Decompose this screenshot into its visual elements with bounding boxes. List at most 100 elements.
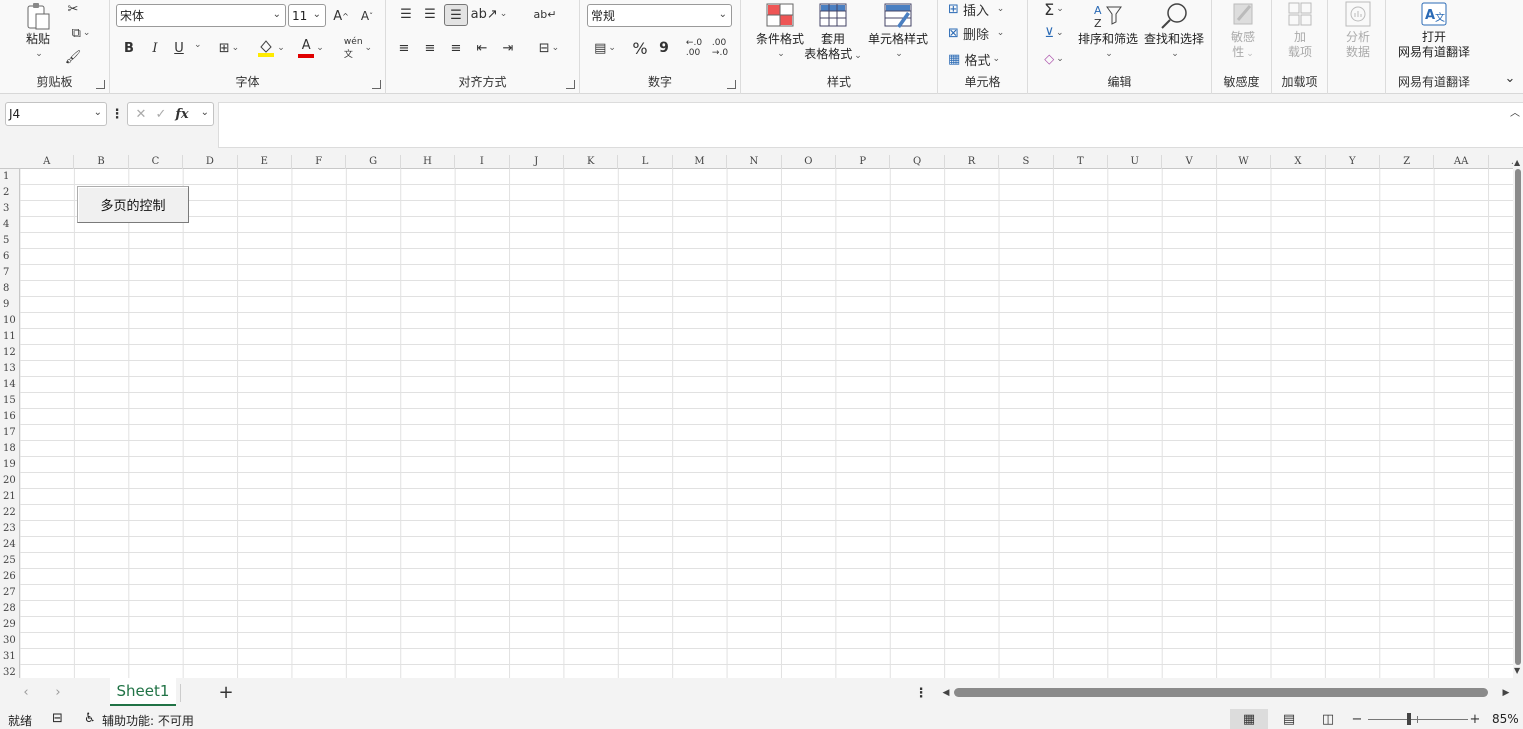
column-header[interactable]: Y bbox=[1326, 155, 1380, 169]
align-top-icon[interactable]: ☰ bbox=[396, 4, 416, 24]
column-header[interactable]: A bbox=[20, 155, 75, 169]
column-header[interactable]: M bbox=[673, 155, 728, 169]
accessibility-icon[interactable]: ♿ bbox=[84, 711, 96, 726]
row-header[interactable]: 1 bbox=[0, 169, 19, 185]
row-header[interactable]: 18 bbox=[0, 441, 19, 457]
comma-button[interactable]: 9 bbox=[656, 38, 672, 58]
row-header[interactable]: 19 bbox=[0, 457, 19, 473]
row-header[interactable]: 24 bbox=[0, 537, 19, 553]
borders-button[interactable]: ⊞ ⌄ bbox=[214, 38, 244, 58]
number-format-select[interactable]: 常规 ⌄ bbox=[587, 4, 732, 27]
row-header[interactable]: 8 bbox=[0, 281, 19, 297]
orientation-button[interactable]: ab↗ ⌄ bbox=[471, 4, 508, 24]
row-header[interactable]: 30 bbox=[0, 633, 19, 649]
fill-button[interactable]: ⊻ ⌄ bbox=[1036, 24, 1072, 42]
sort-filter-button[interactable]: AZ 排序和筛选 ⌄ bbox=[1076, 2, 1140, 62]
column-header[interactable]: L bbox=[618, 155, 673, 169]
bold-button[interactable]: B bbox=[120, 38, 138, 58]
name-box[interactable]: J4 ⌄ bbox=[5, 102, 107, 126]
row-header[interactable]: 4 bbox=[0, 217, 19, 233]
zoom-slider-thumb[interactable] bbox=[1407, 713, 1411, 725]
row-header[interactable]: 27 bbox=[0, 585, 19, 601]
format-button[interactable]: ▦ 格式 ⌄ bbox=[948, 50, 1024, 69]
decrease-font-icon[interactable]: Aˇ bbox=[356, 6, 378, 26]
zoom-out-button[interactable]: − bbox=[1352, 710, 1363, 728]
row-header[interactable]: 28 bbox=[0, 601, 19, 617]
font-color-button[interactable]: A ⌄ bbox=[296, 36, 326, 60]
row-header[interactable]: 2 bbox=[0, 185, 19, 201]
row-header[interactable]: 10 bbox=[0, 313, 19, 329]
row-header[interactable]: 12 bbox=[0, 345, 19, 361]
column-header[interactable]: R bbox=[945, 155, 1000, 169]
cut-icon[interactable]: ✂ bbox=[64, 0, 82, 18]
increase-decimal-icon[interactable]: ←.0.00 bbox=[682, 38, 706, 58]
italic-button[interactable]: I bbox=[146, 38, 164, 58]
column-header[interactable]: A bbox=[1489, 155, 1513, 169]
align-left-icon[interactable]: ≡ bbox=[394, 38, 414, 58]
increase-indent-icon[interactable]: ⇥ bbox=[498, 38, 518, 58]
formula-input[interactable] bbox=[218, 102, 1523, 148]
row-header[interactable]: 22 bbox=[0, 505, 19, 521]
row-header[interactable]: 16 bbox=[0, 409, 19, 425]
horizontal-scroll-thumb[interactable] bbox=[954, 688, 1488, 697]
insert-function-button[interactable]: fx bbox=[171, 107, 193, 122]
column-header[interactable]: AA bbox=[1434, 155, 1489, 169]
normal-view-button[interactable]: ▦ bbox=[1230, 709, 1268, 729]
format-as-table-button[interactable]: 套用 表格格式 ⌄ bbox=[801, 2, 865, 64]
tab-next-icon[interactable]: › bbox=[50, 684, 66, 700]
align-right-icon[interactable]: ≡ bbox=[446, 38, 466, 58]
more-options-icon[interactable]: ⋮ bbox=[111, 104, 124, 124]
column-header[interactable]: Q bbox=[890, 155, 945, 169]
column-header[interactable]: X bbox=[1271, 155, 1326, 169]
row-header[interactable]: 25 bbox=[0, 553, 19, 569]
row-header[interactable]: 15 bbox=[0, 393, 19, 409]
clear-button[interactable]: ◇ ⌄ bbox=[1036, 50, 1072, 68]
wrap-text-icon[interactable]: ab↵ bbox=[534, 4, 557, 24]
add-sheet-button[interactable]: + bbox=[216, 682, 236, 703]
font-launcher-icon[interactable] bbox=[372, 80, 381, 89]
row-header[interactable]: 14 bbox=[0, 377, 19, 393]
row-header[interactable]: 20 bbox=[0, 473, 19, 489]
find-select-button[interactable]: 查找和选择 ⌄ bbox=[1142, 2, 1206, 62]
column-header[interactable]: J bbox=[510, 155, 564, 169]
accounting-button[interactable]: ▤ ⌄ bbox=[588, 38, 622, 58]
column-header[interactable]: T bbox=[1054, 155, 1108, 169]
align-bottom-icon[interactable]: ☰ bbox=[444, 4, 468, 26]
youdao-translate-button[interactable]: A文 打开 网易有道翻译 bbox=[1390, 0, 1478, 60]
scroll-right-icon[interactable]: ▶ bbox=[1500, 684, 1512, 702]
decrease-indent-icon[interactable]: ⇤ bbox=[472, 38, 492, 58]
tab-prev-icon[interactable]: ‹ bbox=[18, 684, 34, 700]
increase-font-icon[interactable]: A ^ bbox=[330, 6, 352, 26]
number-launcher-icon[interactable] bbox=[727, 80, 736, 89]
row-header[interactable]: 21 bbox=[0, 489, 19, 505]
row-header[interactable]: 3 bbox=[0, 201, 19, 217]
decrease-decimal-icon[interactable]: .00 →.0 bbox=[708, 38, 732, 58]
cell-styles-button[interactable]: 单元格样式 ⌄ bbox=[865, 2, 931, 62]
font-name-select[interactable]: 宋体 ⌄ bbox=[116, 4, 286, 27]
row-header[interactable]: 26 bbox=[0, 569, 19, 585]
row-header[interactable]: 7 bbox=[0, 265, 19, 281]
column-header[interactable]: U bbox=[1108, 155, 1163, 169]
format-painter-icon[interactable]: 🖌 bbox=[64, 48, 82, 66]
vertical-scroll-thumb[interactable] bbox=[1515, 169, 1521, 665]
percent-button[interactable]: % bbox=[630, 38, 650, 58]
scroll-left-icon[interactable]: ◀ bbox=[940, 684, 952, 702]
column-header[interactable]: E bbox=[238, 155, 292, 169]
column-header[interactable]: O bbox=[782, 155, 836, 169]
column-header[interactable]: D bbox=[183, 155, 238, 169]
column-header[interactable]: W bbox=[1217, 155, 1272, 169]
multipage-control-button[interactable]: 多页的控制 bbox=[77, 186, 189, 223]
zoom-slider[interactable] bbox=[1368, 719, 1468, 720]
column-header[interactable]: N bbox=[727, 155, 782, 169]
paste-button[interactable]: 粘贴 ⌄ bbox=[20, 2, 56, 62]
column-header[interactable]: G bbox=[346, 155, 401, 169]
column-header[interactable]: C bbox=[129, 155, 184, 169]
clipboard-launcher-icon[interactable] bbox=[96, 80, 105, 89]
tab-options-icon[interactable]: ⋮ bbox=[915, 684, 928, 702]
row-header[interactable]: 31 bbox=[0, 649, 19, 665]
column-header[interactable]: H bbox=[401, 155, 456, 169]
align-center-icon[interactable]: ≡ bbox=[420, 38, 440, 58]
row-header[interactable]: 11 bbox=[0, 329, 19, 345]
font-size-select[interactable]: 11 ⌄ bbox=[288, 4, 326, 27]
fill-color-button[interactable]: ⌄ bbox=[256, 36, 286, 60]
